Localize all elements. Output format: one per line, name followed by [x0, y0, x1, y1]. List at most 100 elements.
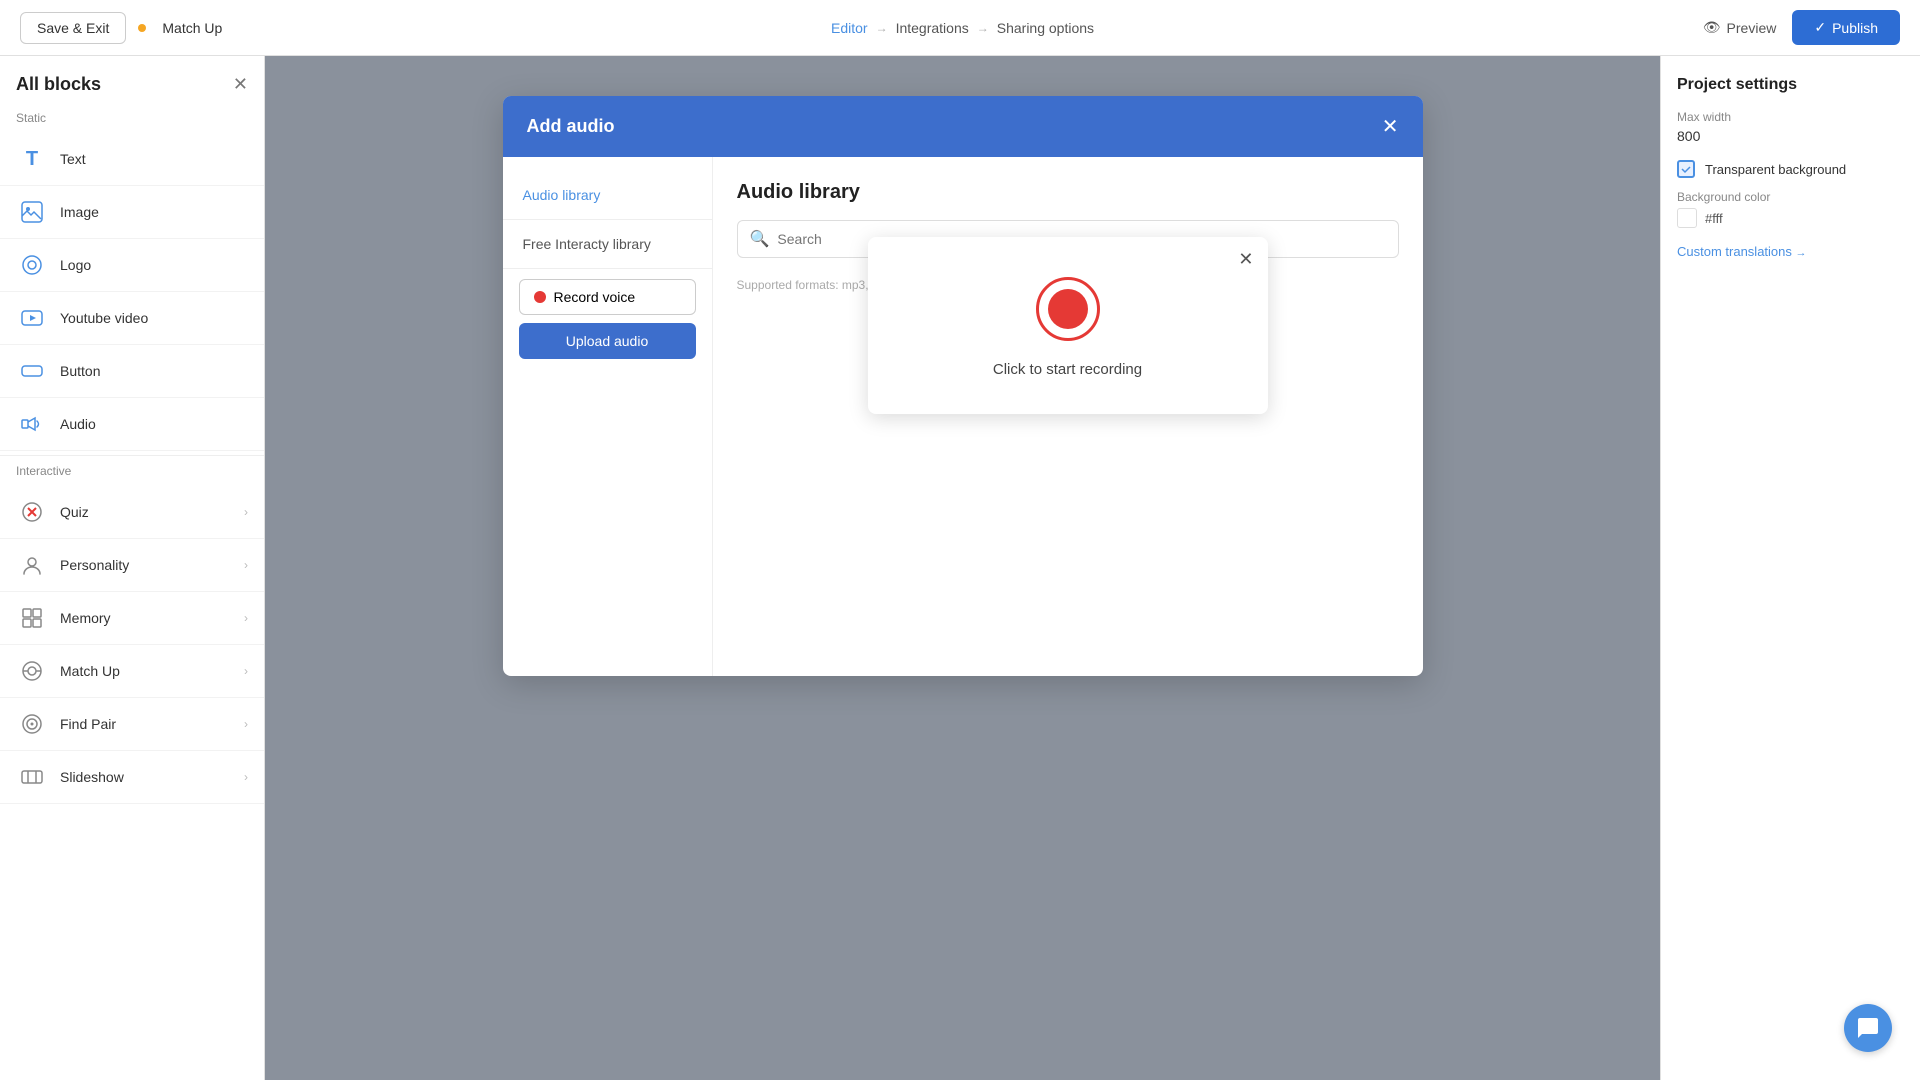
sidebar-divider	[0, 455, 264, 456]
sidebar-personality-label: Personality	[60, 557, 232, 573]
button-icon	[16, 355, 48, 387]
sidebar-audio-label: Audio	[60, 416, 248, 432]
sidebar-matchup-label: Match Up	[60, 663, 232, 679]
nav-step-integrations[interactable]: Integrations	[896, 20, 969, 36]
transparent-bg-row: Transparent background	[1677, 160, 1904, 178]
max-width-value[interactable]: 800	[1677, 128, 1904, 144]
sidebar-close-button[interactable]: ✕	[233, 74, 248, 95]
modal-sidebar: Audio library Free Interacty library Rec…	[503, 157, 713, 676]
audio-library-title: Audio library	[737, 181, 1399, 204]
topbar-nav: Editor → Integrations → Sharing options	[234, 20, 1690, 36]
topbar-right: 👁 Preview ✓ Publish	[1703, 10, 1900, 45]
bg-color-swatch[interactable]	[1677, 208, 1697, 228]
panel-title: Project settings	[1677, 76, 1904, 94]
logo-icon	[16, 249, 48, 281]
main-area: Add audio ✕ Audio library Free Interacty…	[265, 56, 1660, 1080]
publish-label: Publish	[1832, 20, 1878, 36]
nav-arrow-2: →	[977, 21, 989, 35]
sidebar-item-findpair[interactable]: Find Pair ›	[0, 698, 264, 751]
record-inner-icon	[1048, 289, 1088, 329]
sidebar-item-personality[interactable]: Personality ›	[0, 539, 264, 592]
record-instruction-text: Click to start recording	[993, 361, 1142, 378]
recording-close-button[interactable]: ✕	[1238, 249, 1253, 270]
findpair-icon	[16, 708, 48, 740]
modal-sidebar-divider-2	[503, 268, 712, 269]
modal-main: Audio library 🔍 ✕ Click to start recordi…	[713, 157, 1423, 676]
interactive-section-label: Interactive	[0, 460, 264, 486]
personality-arrow-icon: ›	[244, 558, 248, 572]
slideshow-icon	[16, 761, 48, 793]
modal-header: Add audio ✕	[503, 96, 1423, 157]
record-dot-icon	[534, 291, 546, 303]
custom-translations-arrow-icon: →	[1796, 247, 1807, 259]
record-voice-container: Record voice Upload audio	[519, 279, 696, 359]
sidebar-youtube-label: Youtube video	[60, 310, 248, 326]
recording-modal: ✕ Click to start recording	[868, 237, 1268, 414]
quiz-arrow-icon: ›	[244, 505, 248, 519]
record-voice-button[interactable]: Record voice	[519, 279, 696, 315]
sidebar-findpair-label: Find Pair	[60, 716, 232, 732]
sidebar-item-matchup[interactable]: Match Up ›	[0, 645, 264, 698]
sidebar-slideshow-label: Slideshow	[60, 769, 232, 785]
sidebar-memory-label: Memory	[60, 610, 232, 626]
record-voice-label: Record voice	[554, 289, 636, 305]
sidebar-item-slideshow[interactable]: Slideshow ›	[0, 751, 264, 804]
sidebar-text-label: Text	[60, 151, 248, 167]
custom-translations-label: Custom translations	[1677, 244, 1792, 259]
findpair-arrow-icon: ›	[244, 717, 248, 731]
sidebar-item-quiz[interactable]: Quiz ›	[0, 486, 264, 539]
custom-translations-link[interactable]: Custom translations →	[1677, 244, 1904, 259]
modal-body: Audio library Free Interacty library Rec…	[503, 157, 1423, 676]
quiz-icon	[16, 496, 48, 528]
publish-icon: ✓	[1814, 19, 1826, 36]
current-item-dot	[138, 24, 146, 32]
matchup-arrow-icon: ›	[244, 664, 248, 678]
sidebar-item-youtube[interactable]: Youtube video	[0, 292, 264, 345]
upload-audio-button[interactable]: Upload audio	[519, 323, 696, 359]
chat-bubble-button[interactable]	[1844, 1004, 1892, 1052]
layout: All blocks ✕ Static T Text Image Logo Yo…	[0, 56, 1920, 1080]
modal-close-button[interactable]: ✕	[1382, 114, 1399, 139]
static-section-label: Static	[0, 107, 264, 133]
record-start-button[interactable]	[1036, 277, 1100, 341]
preview-icon: 👁	[1703, 19, 1721, 36]
nav-step-editor[interactable]: Editor	[831, 20, 868, 36]
sidebar-item-logo[interactable]: Logo	[0, 239, 264, 292]
sidebar-header: All blocks ✕	[0, 56, 264, 107]
preview-button[interactable]: 👁 Preview	[1703, 19, 1777, 36]
audio-icon	[16, 408, 48, 440]
nav-arrow-1: →	[876, 21, 888, 35]
modal-sidebar-free-library[interactable]: Free Interacty library	[503, 226, 712, 262]
max-width-label: Max width	[1677, 110, 1904, 124]
image-icon	[16, 196, 48, 228]
memory-icon	[16, 602, 48, 634]
bg-color-value: #fff	[1705, 211, 1723, 226]
bg-color-row[interactable]: #fff	[1677, 208, 1904, 228]
preview-label: Preview	[1727, 20, 1777, 36]
sidebar-item-memory[interactable]: Memory ›	[0, 592, 264, 645]
modal-sidebar-audio-library[interactable]: Audio library	[503, 177, 712, 213]
memory-arrow-icon: ›	[244, 611, 248, 625]
modal-sidebar-divider	[503, 219, 712, 220]
topbar-left: Save & Exit Match Up	[20, 12, 222, 44]
sidebar-item-button[interactable]: Button	[0, 345, 264, 398]
sidebar-item-audio[interactable]: Audio	[0, 398, 264, 451]
search-icon: 🔍	[750, 229, 770, 249]
publish-button[interactable]: ✓ Publish	[1792, 10, 1900, 45]
modal-overlay: Add audio ✕ Audio library Free Interacty…	[265, 56, 1660, 1080]
sidebar-item-image[interactable]: Image	[0, 186, 264, 239]
sidebar-item-text[interactable]: T Text	[0, 133, 264, 186]
youtube-icon	[16, 302, 48, 334]
sidebar-quiz-label: Quiz	[60, 504, 232, 520]
sidebar-button-label: Button	[60, 363, 248, 379]
nav-step-sharing[interactable]: Sharing options	[997, 20, 1094, 36]
sidebar: All blocks ✕ Static T Text Image Logo Yo…	[0, 56, 265, 1080]
breadcrumb-current: Match Up	[162, 20, 222, 36]
bg-color-label: Background color	[1677, 190, 1904, 204]
sidebar-logo-label: Logo	[60, 257, 248, 273]
transparent-bg-checkbox[interactable]	[1677, 160, 1695, 178]
save-exit-button[interactable]: Save & Exit	[20, 12, 126, 44]
slideshow-arrow-icon: ›	[244, 770, 248, 784]
sidebar-title: All blocks	[16, 74, 101, 95]
modal-title: Add audio	[527, 116, 615, 137]
